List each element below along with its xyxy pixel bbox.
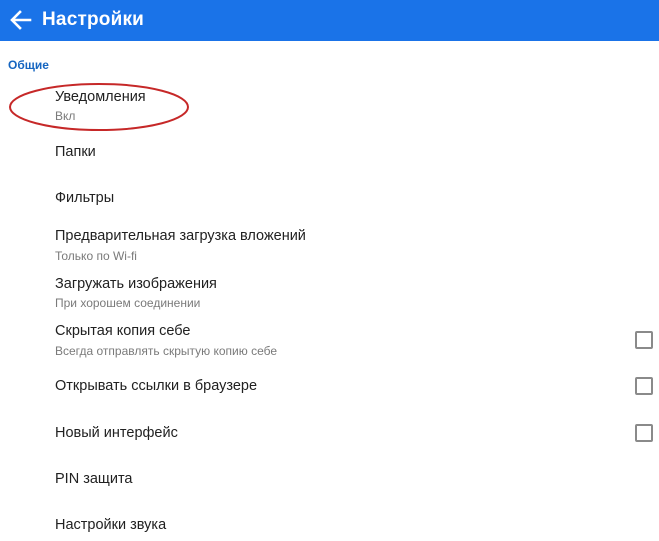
pref-summary: При хорошем соединении xyxy=(55,296,201,310)
app-bar: Настройки xyxy=(0,0,659,41)
pref-title: Скрытая копия себе xyxy=(55,323,191,339)
pref-title: Уведомления xyxy=(55,89,146,105)
pref-title: Фильтры xyxy=(55,190,115,206)
pref-title: Папки xyxy=(55,144,96,160)
pref-title: PIN защита xyxy=(55,471,133,487)
new-interface-checkbox[interactable] xyxy=(635,424,653,442)
pref-title: Загружать изображения xyxy=(55,276,217,292)
settings-screen: Настройки Общие Уведомления Вкл Папки Фи… xyxy=(0,0,659,541)
pref-new-interface[interactable]: Новый интерфейс xyxy=(0,410,659,456)
pref-summary: Всегда отправлять скрытую копию себе xyxy=(55,344,278,358)
section-header-general: Общие xyxy=(8,58,49,72)
back-button[interactable] xyxy=(5,4,37,36)
pref-notifications[interactable]: Уведомления Вкл xyxy=(0,82,659,130)
pref-sound-settings[interactable]: Настройки звука xyxy=(0,502,659,541)
pref-title: Настройки звука xyxy=(55,517,167,533)
pref-load-images[interactable]: Загружать изображения При хорошем соедин… xyxy=(0,269,659,316)
pref-title: Новый интерфейс xyxy=(55,425,178,441)
pref-bcc-self[interactable]: Скрытая копия себе Всегда отправлять скр… xyxy=(0,316,659,363)
pref-open-links-browser[interactable]: Открывать ссылки в браузере xyxy=(0,363,659,410)
pref-title: Открывать ссылки в браузере xyxy=(55,378,258,394)
bcc-self-checkbox[interactable] xyxy=(635,331,653,349)
pref-summary: Только по Wi-fi xyxy=(55,249,137,263)
pref-attachment-preload[interactable]: Предварительная загрузка вложений Только… xyxy=(0,222,659,269)
pref-title: Предварительная загрузка вложений xyxy=(55,228,306,244)
arrow-left-icon xyxy=(10,10,32,30)
pref-filters[interactable]: Фильтры xyxy=(0,176,659,222)
pref-pin-protection[interactable]: PIN защита xyxy=(0,456,659,502)
open-links-checkbox[interactable] xyxy=(635,377,653,395)
pref-folders[interactable]: Папки xyxy=(0,130,659,176)
page-title: Настройки xyxy=(42,9,145,30)
pref-summary: Вкл xyxy=(55,109,76,123)
